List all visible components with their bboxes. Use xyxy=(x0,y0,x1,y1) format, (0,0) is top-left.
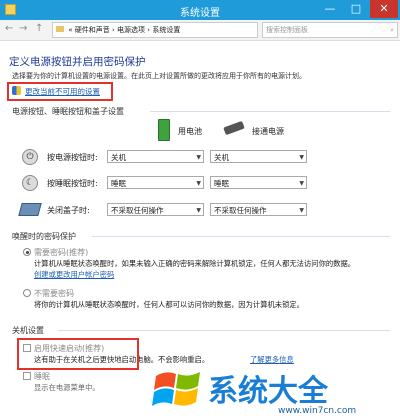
highlight-box xyxy=(17,338,139,370)
password-section-title: 唤醒时的密码保护 xyxy=(12,232,76,241)
select-value: 关机 xyxy=(214,153,229,162)
chevron-down-icon: ▼ xyxy=(196,207,201,214)
power-button-icon: ⏻ xyxy=(22,149,38,165)
breadcrumb-system-settings[interactable]: 系统设置 xyxy=(152,26,180,34)
select-value: 不采取任何操作 xyxy=(111,206,164,215)
column-header-battery: 用电池 xyxy=(178,127,202,136)
search-placeholder: 搜索控制面板 xyxy=(266,26,308,34)
create-password-link[interactable]: 创建或更改用户帐户密码 xyxy=(34,270,114,280)
no-password-radio[interactable] xyxy=(23,289,31,297)
chevron-down-icon: ▼ xyxy=(299,154,304,161)
windows-logo-icon xyxy=(152,372,200,406)
lid-close-battery-select[interactable]: 不采取任何操作 ▼ xyxy=(107,203,204,216)
breadcrumb-separator: › xyxy=(112,26,115,34)
power-button-battery-select[interactable]: 关机 ▼ xyxy=(107,150,204,163)
no-password-description: 将你的计算机从睡眠状态唤醒时，任何人都可以访问你的数据，因为计算机未锁定。 xyxy=(34,300,304,309)
watermark-text: 系统大全 xyxy=(208,374,328,409)
shutdown-section-title: 关机设置 xyxy=(12,326,44,335)
sleep-button-icon: ☾ xyxy=(22,175,38,191)
forward-icon[interactable]: → xyxy=(19,23,27,34)
require-password-label: 需要密码(推荐) xyxy=(34,248,89,257)
search-icon[interactable]: ⌕ xyxy=(390,23,394,37)
page-title: 定义电源按钮并启用密码保护 xyxy=(9,56,146,68)
divider xyxy=(58,330,390,331)
require-password-description: 计算机从睡眠状态唤醒时，如果未输入正确的密码来解除计算机锁定，任何人都无法访问你… xyxy=(34,259,356,268)
chevron-down-icon: ▼ xyxy=(196,154,201,161)
search-input[interactable]: 搜索控制面板 ⌕ xyxy=(262,22,398,38)
watermark: 系统大全 www.win7cn.com xyxy=(150,360,400,420)
breadcrumb-hardware[interactable]: 硬件和声音 xyxy=(75,26,110,34)
maximize-button[interactable]: □ xyxy=(344,0,368,18)
lid-close-label: 关闭盖子时: xyxy=(47,206,90,215)
lid-close-plugged-select[interactable]: 不采取任何操作 ▼ xyxy=(210,203,307,216)
address-bar[interactable]: « 硬件和声音 › 电源选项 › 系统设置 xyxy=(52,22,258,38)
require-password-radio[interactable] xyxy=(23,248,31,256)
power-button-label: 按电源按钮时: xyxy=(47,153,98,162)
chevron-down-icon: ▼ xyxy=(299,207,304,214)
power-section-title: 电源按钮、睡眠按钮和盖子设置 xyxy=(12,107,124,116)
no-password-label: 不需要密码 xyxy=(34,289,74,298)
select-value: 睡眠 xyxy=(214,179,229,188)
power-plug-icon xyxy=(223,120,245,136)
select-value: 睡眠 xyxy=(111,179,126,188)
select-value: 不采取任何操作 xyxy=(214,206,267,215)
sleep-label: 睡眠 xyxy=(34,372,50,381)
sleep-description: 显示在电源菜单中。 xyxy=(34,383,100,392)
select-value: 关机 xyxy=(111,153,126,162)
address-bar-row: ← → ↑ « 硬件和声音 › 电源选项 › 系统设置 搜索控制面板 ⌕ xyxy=(0,20,400,41)
breadcrumb-power[interactable]: 电源选项 xyxy=(117,26,145,34)
breadcrumb-root[interactable]: « xyxy=(68,26,72,34)
divider xyxy=(92,236,390,237)
shield-icon xyxy=(12,86,21,95)
sleep-button-label: 按睡眠按钮时: xyxy=(47,179,98,188)
divider xyxy=(150,111,390,112)
sleep-button-plugged-select[interactable]: 睡眠 ▼ xyxy=(210,176,307,189)
minimize-button[interactable]: — xyxy=(318,0,342,18)
folder-icon xyxy=(56,26,64,32)
sleep-button-battery-select[interactable]: 睡眠 ▼ xyxy=(107,176,204,189)
page-subtitle: 选择要为你的计算机设置的电源设置。在此页上对设置所做的更改将应用于你所有的电源计… xyxy=(12,72,306,80)
title-bar: 系统设置 — □ ✕ xyxy=(0,0,400,20)
chevron-down-icon: ▼ xyxy=(196,180,201,187)
sleep-checkbox[interactable] xyxy=(23,372,31,380)
breadcrumb-separator: › xyxy=(147,26,151,34)
chevron-down-icon: ▼ xyxy=(299,180,304,187)
column-header-plugged-in: 接通电源 xyxy=(252,127,284,136)
close-button[interactable]: ✕ xyxy=(370,0,398,18)
change-unavailable-settings-link[interactable]: 更改当前不可用的设置 xyxy=(25,86,100,97)
laptop-lid-icon xyxy=(18,203,42,216)
power-button-plugged-select[interactable]: 关机 ▼ xyxy=(210,150,307,163)
battery-icon xyxy=(158,119,170,141)
up-icon[interactable]: ↑ xyxy=(35,23,43,34)
watermark-url: www.win7cn.com xyxy=(278,406,357,416)
back-icon[interactable]: ← xyxy=(5,23,13,34)
